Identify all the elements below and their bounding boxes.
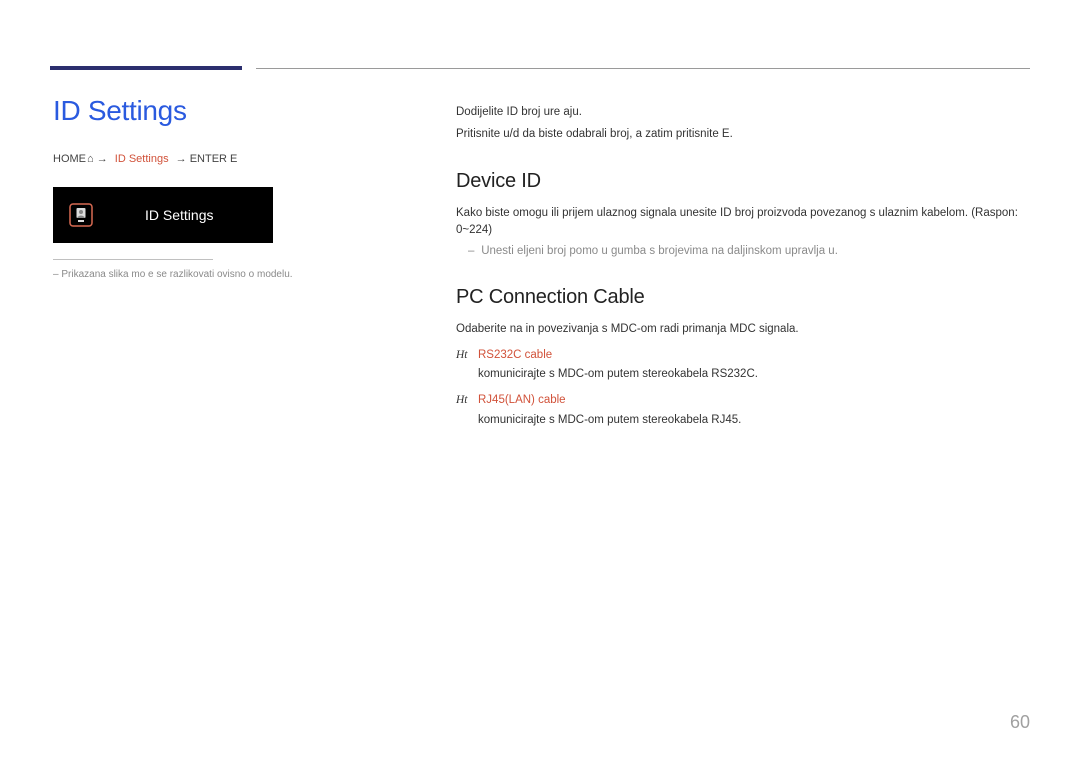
option-name: RJ45(LAN) cable [478, 394, 566, 406]
header-rule-line [256, 68, 1030, 69]
left-column: ID Settings HOME⌂ → ID Settings → ENTER … [53, 95, 343, 282]
pc-cable-options: Ht RS232C cable komunicirajte s MDC-om p… [456, 347, 1036, 430]
breadcrumb-home: HOME [53, 153, 86, 165]
menu-preview-box: ID Settings [53, 187, 273, 243]
intro-line-2: Pritisnite u/d da biste odabrali broj, a… [456, 126, 1036, 144]
section-title-device-id: Device ID [456, 170, 1036, 193]
bullet-glyph: Ht [456, 392, 468, 410]
option-name: RS232C cable [478, 349, 552, 361]
pc-cable-paragraph: Odaberite na in povezivanja s MDC-om rad… [456, 321, 1036, 338]
option-desc: komunicirajte s MDC-om putem stereokabel… [478, 366, 1036, 384]
menu-item-label: ID Settings [145, 207, 213, 223]
page-title: ID Settings [53, 95, 343, 127]
breadcrumb-current: ID Settings [115, 153, 169, 165]
list-item: Ht RJ45(LAN) cable komunicirajte s MDC-o… [456, 392, 1036, 430]
footnote: – Prikazana slika mo e se razlikovati ov… [53, 268, 343, 282]
list-item: Ht RS232C cable komunicirajte s MDC-om p… [456, 347, 1036, 385]
header-rule-accent [50, 66, 242, 70]
breadcrumb: HOME⌂ → ID Settings → ENTER E [53, 153, 343, 165]
breadcrumb-enter: ENTER E [190, 153, 238, 165]
footnote-marker: – [53, 269, 59, 280]
breadcrumb-sep: → [176, 153, 190, 165]
page-number: 60 [1010, 712, 1030, 733]
section-title-pc-cable: PC Connection Cable [456, 286, 1036, 309]
bullet-glyph: Ht [456, 347, 468, 365]
breadcrumb-sep: → [97, 153, 111, 165]
device-id-note: – Unesti eljeni broj pomo u gumba s broj… [468, 243, 1036, 260]
footnote-divider [53, 259, 213, 260]
bullet-dash: – [468, 243, 478, 260]
home-icon: ⌂ [87, 153, 94, 165]
device-id-note-text: Unesti eljeni broj pomo u gumba s brojev… [481, 245, 838, 257]
right-column: Dodijelite ID broj ure aju. Pritisnite u… [456, 104, 1036, 438]
footnote-text: Prikazana slika mo e se razlikovati ovis… [61, 269, 292, 280]
option-desc: komunicirajte s MDC-om putem stereokabel… [478, 412, 1036, 430]
intro-line-1: Dodijelite ID broj ure aju. [456, 104, 1036, 122]
id-settings-icon [67, 201, 95, 229]
device-id-paragraph: Kako biste omogu ili prijem ulaznog sign… [456, 205, 1036, 240]
